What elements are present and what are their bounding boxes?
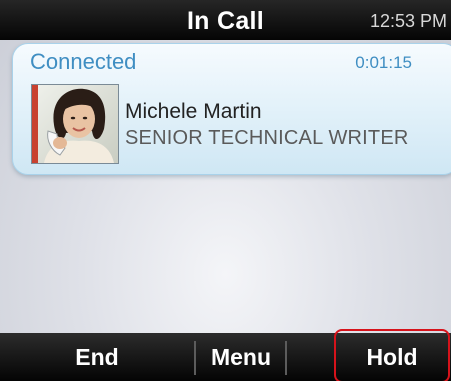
hold-button[interactable]: Hold [333, 333, 451, 381]
active-call-card[interactable]: Connected 0:01:15 Michele Martin SENIOR … [12, 43, 451, 175]
menu-button[interactable]: Menu [197, 333, 285, 381]
softkey-bar: End Menu Hold [0, 333, 451, 381]
status-bar: In Call 12:53 PM [0, 0, 451, 40]
contact-name: Michele Martin [125, 100, 262, 123]
contact-job-title: SENIOR TECHNICAL WRITER [125, 127, 409, 149]
softkey-divider [194, 341, 196, 375]
softkey-divider [285, 341, 287, 375]
call-duration-timer: 0:01:15 [355, 53, 412, 72]
avatar [31, 84, 119, 164]
call-state-label: Connected [30, 49, 137, 74]
end-call-button[interactable]: End [0, 333, 194, 381]
clock: 12:53 PM [369, 11, 447, 31]
contact-photo-icon [38, 85, 118, 163]
phone-screen: In Call 12:53 PM Connected 0:01:15 Miche… [0, 0, 451, 381]
